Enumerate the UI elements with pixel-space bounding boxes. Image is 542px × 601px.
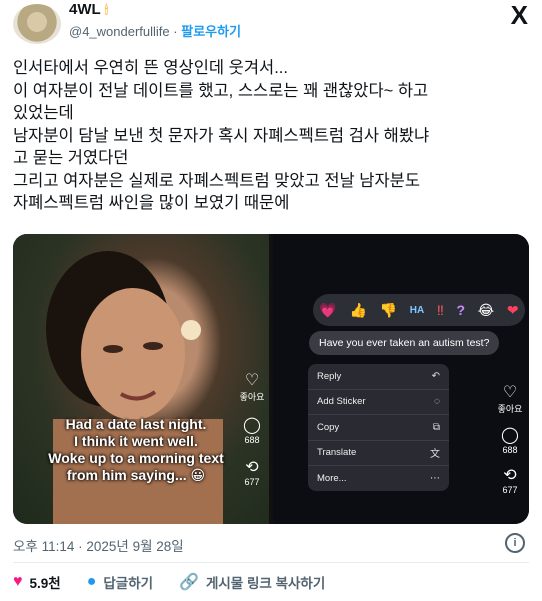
video-thumbnail-right[interactable]: 💗 👍 👎 HA ‼ ? 😂 ❤ Have you ever taken an … (273, 234, 529, 524)
menu-item-reply[interactable]: Reply ↶ (308, 364, 449, 390)
comment-icon[interactable]: ◯ (237, 417, 267, 435)
repost-icon[interactable]: ⟲ (495, 467, 525, 485)
menu-item-add-sticker[interactable]: Add Sticker ◌ (308, 390, 449, 415)
reaction-heart-icon[interactable]: 💗 (319, 302, 336, 319)
reaction-thumbs-up-icon[interactable]: 👍 (349, 302, 366, 319)
video-thumbnail-left[interactable]: Had a date last night. I think it went w… (13, 234, 269, 524)
divider (13, 562, 529, 563)
context-menu: Reply ↶ Add Sticker ◌ Copy ⧉ Translate 文… (308, 364, 449, 491)
heart-icon[interactable]: ♡ (495, 384, 525, 402)
tweet-line: 고 묻는 거였다던 (13, 149, 129, 167)
tweet-line: 있었는데 (13, 104, 74, 122)
tweet-line: 이 여자분이 전날 데이트를 했고, 스스로는 꽤 괜찮았다~ 하고 (13, 81, 429, 100)
media-grid: Had a date last night. I think it went w… (13, 234, 529, 524)
author-name[interactable]: 4WL 🕯 (69, 1, 108, 18)
like-button[interactable]: ♥ 5.9천 (13, 572, 61, 592)
reaction-laugh-icon[interactable]: 😂 (478, 302, 494, 319)
info-icon[interactable]: i (505, 533, 525, 553)
follow-button[interactable]: 팔로우하기 (181, 24, 241, 39)
video-caption: Had a date last night. I think it went w… (48, 416, 224, 483)
tweet-line: 인서타에서 우연히 뜬 영상인데 웃겨서... (13, 59, 288, 77)
menu-item-translate[interactable]: Translate 文 (308, 441, 449, 466)
reaction-red-heart-icon[interactable]: ❤ (507, 302, 519, 319)
sticker-icon: ◌ (434, 396, 440, 408)
copy-icon: ⧉ (432, 421, 440, 433)
message-bubble[interactable]: Have you ever taken an autism test? (309, 331, 500, 355)
candle-icon: 🕯 (104, 3, 108, 17)
menu-item-copy[interactable]: Copy ⧉ (308, 415, 449, 441)
reply-button[interactable]: ● 답글하기 (87, 572, 153, 592)
copy-link-label: 게시물 링크 복사하기 (205, 576, 326, 591)
author-handle-line: @4_wonderfullife · 팔로우하기 (69, 24, 242, 39)
tweet-line: 자폐스펙트럼 싸인을 많이 보였기 때문에 (13, 194, 290, 212)
like-count: 5.9천 (29, 576, 61, 591)
repost-icon[interactable]: ⟲ (237, 459, 267, 477)
link-icon: 🔗 (179, 574, 199, 591)
reaction-exclaim-icon[interactable]: ‼ (437, 302, 444, 318)
comment-icon[interactable]: ◯ (495, 427, 525, 445)
heart-icon: ♥ (13, 573, 23, 590)
reaction-bar: 💗 👍 👎 HA ‼ ? 😂 ❤ (313, 294, 525, 326)
menu-item-more[interactable]: More... ⋯ (308, 466, 449, 491)
reply-label: 답글하기 (103, 576, 154, 591)
reaction-haha-icon[interactable]: HA (410, 305, 424, 316)
right-side-actions: ♡ 좋아요 ◯ 688 ⟲ 677 (495, 384, 525, 495)
timestamp[interactable]: 오후 11:14 · 2025년 9월 28일 (13, 535, 184, 555)
left-side-actions: ♡ 좋아요 ◯ 688 ⟲ 677 (237, 372, 267, 487)
heart-icon[interactable]: ♡ (237, 372, 267, 390)
tweet-line: 남자분이 담날 보낸 첫 문자가 혹시 자폐스펙트럼 검사 해봤냐 (13, 126, 430, 145)
x-logo-icon[interactable]: X (511, 0, 528, 31)
speech-bubble-icon: ● (86, 573, 97, 590)
action-bar: ♥ 5.9천 ● 답글하기 🔗 게시물 링크 복사하기 (13, 572, 351, 592)
reply-icon: ↶ (431, 370, 440, 382)
reaction-thumbs-down-icon[interactable]: 👎 (380, 302, 397, 319)
more-icon: ⋯ (430, 472, 440, 484)
tweet-line: 그리고 여자분은 실제로 자폐스펙트럼 맞았고 전날 남자분도 (13, 171, 421, 190)
reaction-question-icon[interactable]: ? (457, 302, 466, 318)
tweet-text: 인서타에서 우연히 뜬 영상인데 웃겨서... 이 여자분이 전날 데이트를 했… (13, 57, 529, 215)
copy-link-button[interactable]: 🔗 게시물 링크 복사하기 (179, 572, 325, 592)
author-handle[interactable]: @4_wonderfullife (69, 24, 170, 39)
avatar[interactable] (13, 4, 61, 44)
translate-icon: 文 (430, 449, 440, 461)
